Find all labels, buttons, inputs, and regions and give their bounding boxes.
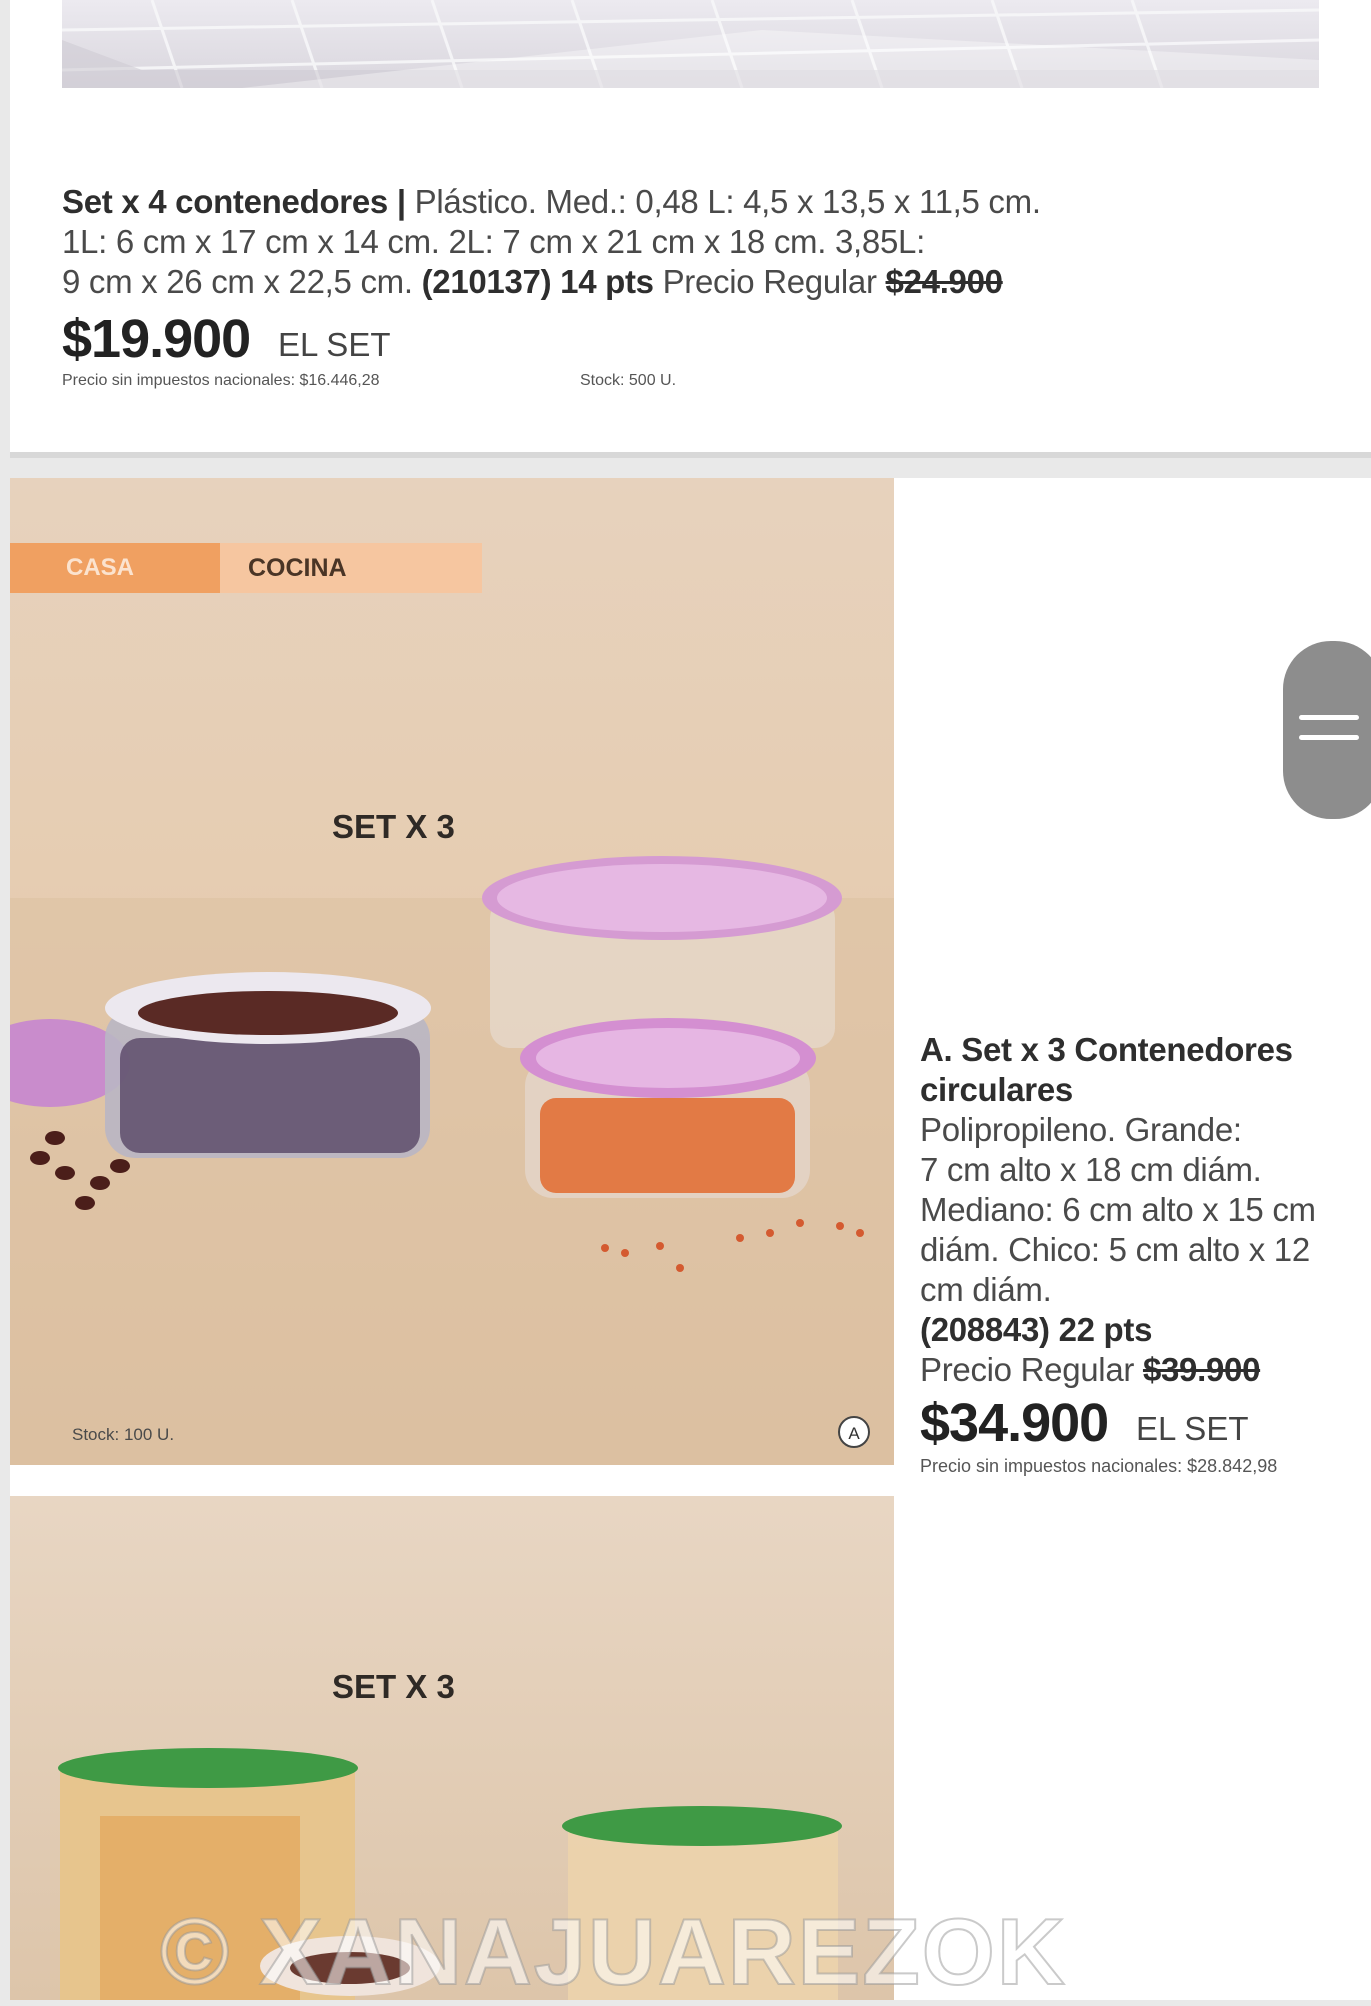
desc-line: Polipropileno. Grande: <box>920 1111 1242 1148</box>
stock-label: Stock: 500 U. <box>580 372 677 389</box>
tax-note: Precio sin impuestos nacionales: $16.446… <box>62 372 380 389</box>
sale-price: $34.900 <box>920 1393 1109 1453</box>
product-photo-circular-containers <box>10 478 894 1465</box>
regular-price-label: Precio Regular <box>653 263 886 300</box>
photo-heading: SET X 3 <box>332 1668 455 1705</box>
tab-cocina[interactable]: COCINA <box>220 543 482 593</box>
tax-note: Precio sin impuestos nacionales: $28.842… <box>920 1456 1278 1476</box>
product-title: circulares <box>920 1071 1073 1108</box>
product-title: A. Set x 3 Contenedores <box>920 1031 1293 1068</box>
category-tabs: CASA COCINA <box>10 543 482 593</box>
desc-line: Plástico. Med.: 0,48 L: 4,5 x 13,5 x 11,… <box>405 183 1041 220</box>
product-description: A. Set x 3 Contenedores circulares Polip… <box>920 1030 1350 1390</box>
regular-price-label: Precio Regular <box>920 1351 1143 1388</box>
desc-line: Mediano: 6 cm alto x 15 cm <box>920 1191 1316 1228</box>
menu-button[interactable] <box>1283 641 1371 819</box>
container-lid-illustration <box>62 0 1319 88</box>
desc-line: 9 cm x 26 cm x 22,5 cm. <box>62 263 422 300</box>
price-unit: EL SET <box>1136 1410 1249 1447</box>
product-description: Set x 4 contenedores | Plástico. Med.: 0… <box>62 182 1162 302</box>
product-name: Set x 4 contenedores | <box>62 183 406 220</box>
desc-line: 1L: 6 cm x 17 cm x 14 cm. 2L: 7 cm x 21 … <box>62 223 925 260</box>
product-code-points: (208843) 22 pts <box>920 1311 1153 1348</box>
desc-line: diám. Chico: 5 cm alto x 12 <box>920 1231 1310 1268</box>
containers-illustration <box>10 856 894 1465</box>
product-marker-a: A <box>838 1416 870 1448</box>
regular-price: $24.900 <box>885 263 1003 300</box>
regular-price: $39.900 <box>1142 1351 1261 1388</box>
desc-line: 7 cm alto x 18 cm diám. <box>920 1151 1262 1188</box>
product-photo-top <box>62 0 1319 88</box>
photo-heading: SET X 3 <box>332 808 455 845</box>
sale-price: $19.900 <box>62 309 251 369</box>
tab-casa[interactable]: CASA <box>10 543 220 593</box>
stock-label: Stock: 100 U. <box>72 1425 175 1444</box>
watermark: © XANAJUAREZOK <box>159 1898 1067 2005</box>
desc-line: cm diám. <box>920 1271 1052 1308</box>
product-code-points: (210137) 14 pts <box>421 263 654 300</box>
price-unit: EL SET <box>278 326 391 363</box>
